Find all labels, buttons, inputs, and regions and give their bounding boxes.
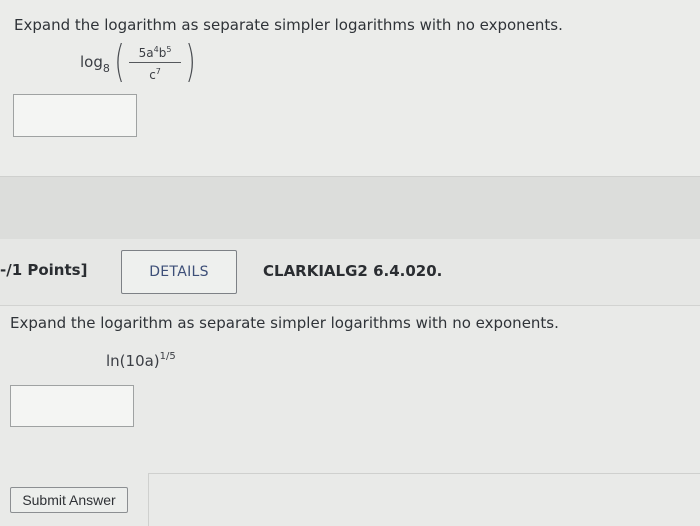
- footer-divider: [148, 473, 700, 474]
- question2-expression: ln(10a)1/5: [106, 351, 176, 370]
- points-label: -/1 Points]: [0, 261, 88, 279]
- log-function: log: [80, 53, 103, 71]
- question2-answer-input[interactable]: [10, 385, 134, 427]
- question1-prompt: Expand the logarithm as separate simpler…: [14, 16, 563, 34]
- footer-vertical-divider: [148, 473, 149, 526]
- ln-expression-exponent: 1/5: [159, 351, 176, 362]
- fraction-numerator: 5a4b5: [138, 44, 172, 60]
- log-base: 8: [102, 61, 110, 75]
- log-fraction: 5a4b5 c7: [129, 43, 182, 82]
- submit-answer-button[interactable]: Submit Answer: [10, 487, 128, 513]
- right-paren: ): [185, 36, 196, 87]
- section-spacer: [0, 177, 700, 239]
- question1-expression: log 8 ( 5a4b5 c7 ): [80, 34, 199, 90]
- details-button[interactable]: DETAILS: [121, 250, 237, 294]
- fraction-bar: [129, 61, 182, 63]
- left-paren: (: [114, 36, 125, 87]
- problem-id: CLARKIALG2 6.4.020.: [263, 262, 443, 280]
- ln-expression-text: ln(10a): [106, 352, 160, 370]
- question1-answer-input[interactable]: [13, 94, 137, 137]
- fraction-denominator: c7: [149, 66, 161, 82]
- question2-prompt: Expand the logarithm as separate simpler…: [10, 314, 559, 332]
